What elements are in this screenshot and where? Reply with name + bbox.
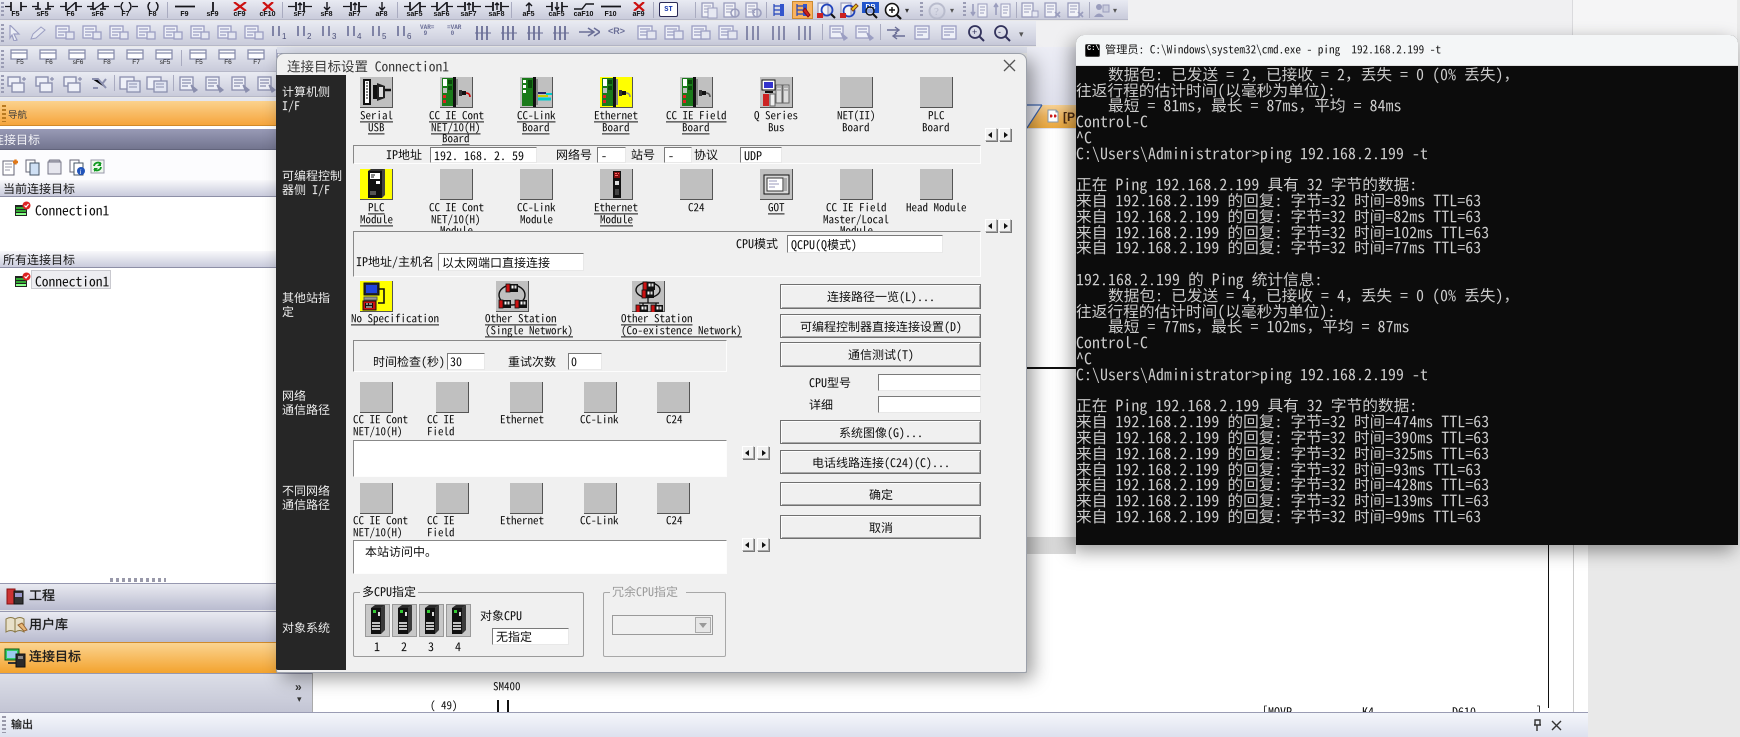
svg-text:1: 1 xyxy=(282,32,287,40)
svg-text:2: 2 xyxy=(307,32,312,40)
svg-text:3: 3 xyxy=(332,32,337,40)
svg-text:4: 4 xyxy=(357,32,362,40)
svg-text:6: 6 xyxy=(407,32,412,40)
svg-text:i: i xyxy=(80,168,82,176)
svg-text:+: + xyxy=(972,27,977,37)
svg-text:5: 5 xyxy=(382,32,387,40)
svg-text:?: ? xyxy=(934,6,939,18)
svg-text:-: - xyxy=(998,27,1001,37)
